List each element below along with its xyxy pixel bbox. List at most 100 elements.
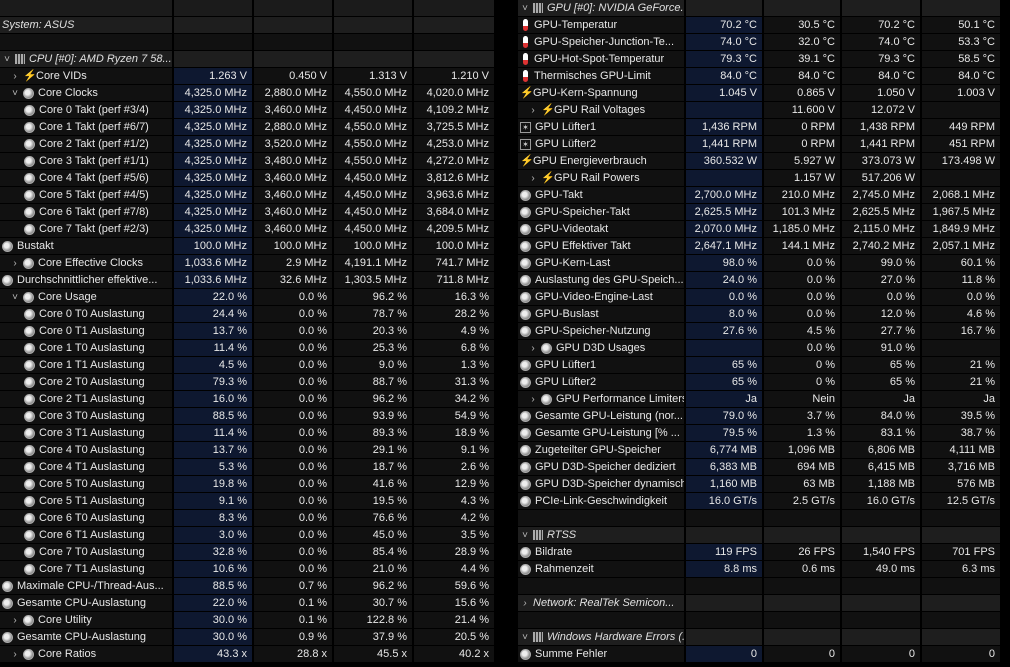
voltage-bolt-icon: ⚡	[520, 87, 534, 99]
chevron-right-icon[interactable]: ›	[528, 170, 538, 186]
value-current: 84.0 °C	[686, 68, 762, 84]
chevron-down-icon[interactable]: ˅	[10, 85, 20, 101]
chevron-right-icon[interactable]: ›	[10, 68, 20, 84]
sensor-label: Core Clocks	[38, 87, 98, 99]
group-label: GPU [#0]: NVIDIA GeForce...	[547, 2, 684, 14]
right-sensor-panel[interactable]: ˅ GPU [#0]: NVIDIA GeForce... GPU-Temperat…	[500, 0, 1010, 667]
value-max: 29.1 %	[334, 442, 412, 458]
value-min: 0.0 %	[764, 255, 840, 271]
value-avg: 4.9 %	[414, 323, 494, 339]
column-header-sensor[interactable]	[0, 0, 172, 16]
value-avg: 38.7 %	[922, 425, 1000, 441]
value-max: 25.3 %	[334, 340, 412, 356]
value-max: 21.0 %	[334, 561, 412, 577]
value-max: 4,550.0 MHz	[334, 119, 412, 135]
chevron-right-icon[interactable]: ›	[528, 340, 538, 356]
value-max: 6,415 MB	[842, 459, 920, 475]
chevron-down-icon[interactable]: ˅	[520, 0, 530, 16]
sensor-name-cell: Core 5 T1 Auslastung	[0, 493, 172, 509]
chevron-right-icon[interactable]: ›	[528, 391, 538, 407]
value-min: 0.0 %	[254, 306, 332, 322]
value-current: 2,647.1 MHz	[686, 238, 762, 254]
chevron-down-icon[interactable]: ˅	[2, 51, 12, 67]
value-avg: 1,967.5 MHz	[922, 204, 1000, 220]
sensor-name-cell: Core 3 T1 Auslastung	[0, 425, 172, 441]
group-blank-cell	[686, 595, 762, 611]
chevron-down-icon[interactable]: ˅	[10, 289, 20, 305]
value-min: 144.1 MHz	[764, 238, 840, 254]
column-header-minimal[interactable]	[254, 0, 332, 16]
sensor-label: GPU Effektiver Takt	[535, 240, 631, 252]
sensor-label: Core Utility	[38, 614, 92, 626]
sensor-clock-icon	[24, 529, 35, 541]
value-avg: 451 RPM	[922, 136, 1000, 152]
sensor-clock-icon	[24, 308, 35, 320]
value-current: 30.0 %	[174, 612, 252, 628]
sensor-label: GPU Energieverbrauch	[533, 155, 647, 167]
value-current: 119 FPS	[686, 544, 762, 560]
value-max: 65 %	[842, 357, 920, 373]
value-min: 0.0 %	[254, 442, 332, 458]
value-avg: 28.2 %	[414, 306, 494, 322]
sensor-clock-icon	[24, 444, 35, 456]
chevron-right-icon[interactable]: ›	[10, 255, 20, 271]
sensor-label: Core 0 Takt (perf #3/4)	[39, 104, 149, 116]
value-max: 12.072 V	[842, 102, 920, 118]
value-current	[686, 340, 762, 356]
sensor-label: Core 5 T0 Auslastung	[39, 478, 145, 490]
value-max: 4,450.0 MHz	[334, 221, 412, 237]
sensor-clock-icon	[520, 495, 531, 507]
sensor-label: GPU-Temperatur	[534, 19, 618, 31]
sensor-label: GPU D3D-Speicher dynamisch	[535, 478, 684, 490]
value-max: 100.0 MHz	[334, 238, 412, 254]
chevron-down-icon[interactable]: ˅	[520, 629, 530, 645]
value-min: 0.0 %	[764, 340, 840, 356]
value-avg: 4.4 %	[414, 561, 494, 577]
value-current: 22.0 %	[174, 595, 252, 611]
value-max: 2,745.0 MHz	[842, 187, 920, 203]
sensor-clock-icon	[520, 444, 531, 456]
chevron-right-icon[interactable]: ›	[528, 102, 538, 118]
value-current: 11.4 %	[174, 340, 252, 356]
value-avg: 39.5 %	[922, 408, 1000, 424]
chevron-right-icon[interactable]: ›	[10, 646, 20, 662]
sensor-clock-icon	[24, 155, 35, 167]
value-min: 4.5 %	[764, 323, 840, 339]
sensor-clock-icon	[24, 376, 35, 388]
value-min: 0.0 %	[254, 510, 332, 526]
sensor-clock-icon	[520, 410, 531, 422]
value-avg: 4,109.2 MHz	[414, 102, 494, 118]
chevron-down-icon[interactable]: ˅	[520, 527, 530, 543]
value-avg: 100.0 MHz	[414, 238, 494, 254]
sensor-clock-icon	[24, 206, 35, 218]
value-avg: 58.5 °C	[922, 51, 1000, 67]
spacer-cell	[518, 578, 684, 594]
sensor-name-cell: Core 7 Takt (perf #2/3)	[0, 221, 172, 237]
column-header-aktuell[interactable]	[174, 0, 252, 16]
value-avg: 3,684.0 MHz	[414, 204, 494, 220]
value-min: 2.5 GT/s	[764, 493, 840, 509]
spacer-cell	[518, 510, 684, 526]
sensor-label: Core VIDs	[36, 70, 87, 82]
value-avg: 21 %	[922, 374, 1000, 390]
spacer-cell	[686, 578, 762, 594]
sensor-label: Core 5 T1 Auslastung	[39, 495, 145, 507]
left-sensor-panel[interactable]: System: ASUS ˅ CPU [#0]: AMD Ryzen 7 58...…	[0, 0, 495, 667]
value-min: 0.0 %	[254, 527, 332, 543]
value-current: 27.6 %	[686, 323, 762, 339]
chevron-right-icon[interactable]: ›	[10, 612, 20, 628]
value-min: 32.0 °C	[764, 34, 840, 50]
chevron-right-icon[interactable]: ›	[520, 595, 530, 611]
sensor-label: Core 1 T1 Auslastung	[39, 359, 145, 371]
value-current: 4,325.0 MHz	[174, 187, 252, 203]
spacer-cell	[764, 578, 840, 594]
value-min: 0.0 %	[254, 493, 332, 509]
value-max: 84.0 %	[842, 408, 920, 424]
column-header-durchschnitt[interactable]	[414, 0, 494, 16]
value-min: 1.157 W	[764, 170, 840, 186]
sensor-name-cell: Bustakt	[0, 238, 172, 254]
value-min: 0.1 %	[254, 595, 332, 611]
value-avg: 84.0 °C	[922, 68, 1000, 84]
column-header-maximal[interactable]	[334, 0, 412, 16]
sensor-name-cell: Auslastung des GPU-Speich...	[518, 272, 684, 288]
